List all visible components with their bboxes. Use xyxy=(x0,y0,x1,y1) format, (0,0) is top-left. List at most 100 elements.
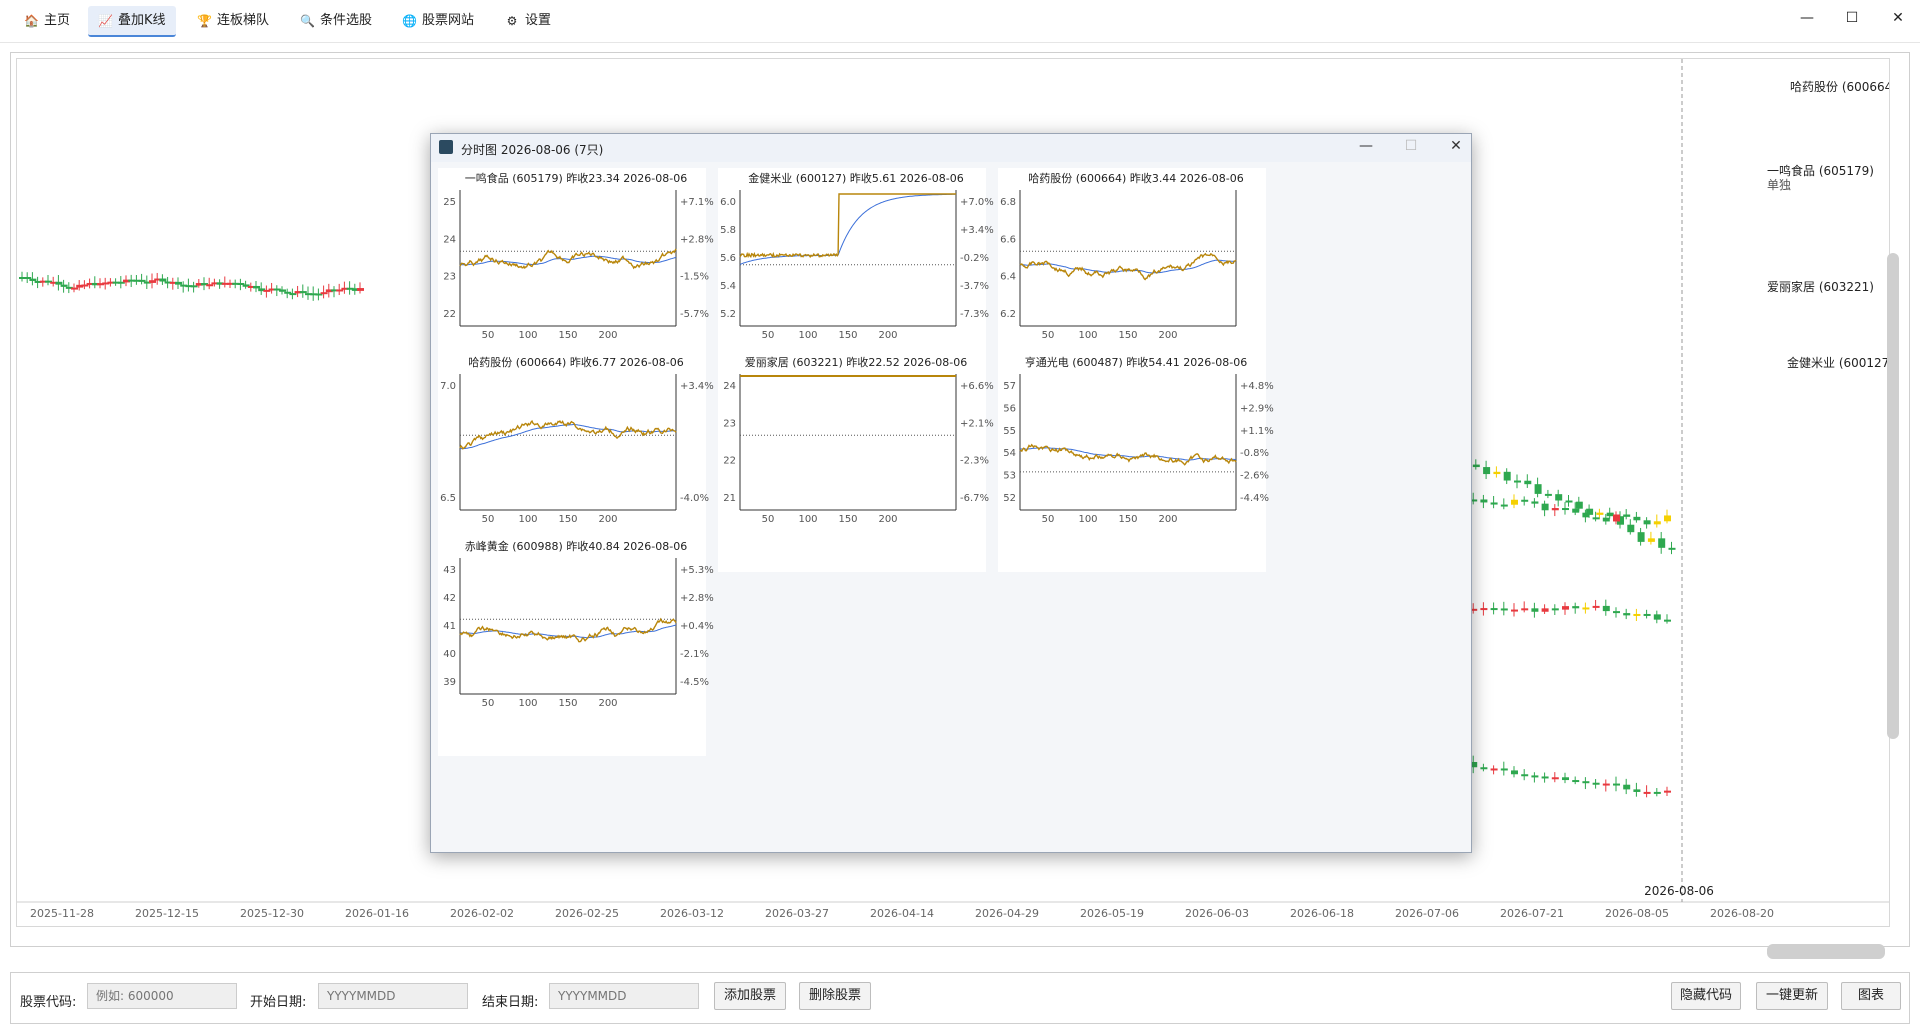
x-tick-label: 2025-12-15 xyxy=(135,907,199,920)
y-tick-label-pct: +7.1% xyxy=(680,197,714,208)
kline-candle xyxy=(1653,514,1661,528)
popup-close-button[interactable]: ✕ xyxy=(1446,138,1466,154)
close-button[interactable]: ✕ xyxy=(1888,10,1908,26)
kline-candle xyxy=(289,288,297,300)
x-tick-label: 2026-06-18 xyxy=(1290,907,1354,920)
kline-candle xyxy=(1643,785,1651,798)
tab-stock-sites[interactable]: 🌐 股票网站 xyxy=(402,6,474,36)
popup-maximize-button[interactable]: ☐ xyxy=(1401,138,1421,154)
delete-stock-button[interactable]: 删除股票 xyxy=(799,982,871,1010)
y-tick-label-pct: -2.1% xyxy=(680,649,709,660)
y-tick-label-pct: +5.3% xyxy=(680,565,714,576)
kline-candle xyxy=(1562,502,1569,515)
kline-candle xyxy=(1500,498,1508,510)
kline-candle xyxy=(1511,603,1518,617)
chart-button[interactable]: 图表 xyxy=(1841,982,1901,1010)
avg-price-line xyxy=(459,424,677,450)
start-date-input[interactable] xyxy=(318,983,468,1009)
update-all-button[interactable]: 一键更新 xyxy=(1756,982,1828,1010)
y-tick-label-pct: -5.7% xyxy=(680,309,709,320)
intraday-chart: 金健米业 (600127) 昨收5.61 2026-08-06 6.0 5.8 5.6… xyxy=(720,171,994,341)
x-tick-label: 200 xyxy=(878,330,897,341)
x-tick-label: 150 xyxy=(558,330,577,341)
add-stock-button[interactable]: 添加股票 xyxy=(714,982,786,1010)
kline-candle xyxy=(305,286,312,300)
crosshair-date: 2026-08-06 xyxy=(1644,884,1714,898)
popup-minimize-button[interactable]: — xyxy=(1356,138,1376,154)
y-tick-label-pct: -2.3% xyxy=(960,456,989,467)
y-tick-label: 43 xyxy=(443,565,456,576)
intraday-window-title: 分时图 2026-08-06 (7只) xyxy=(461,143,604,157)
price-line xyxy=(1019,443,1237,466)
y-tick-label-pct: +2.8% xyxy=(680,593,714,604)
y-tick-label-pct: +4.8% xyxy=(1240,381,1274,392)
minimize-button[interactable]: — xyxy=(1797,10,1817,26)
series-sublabel: 单独 xyxy=(1767,178,1791,192)
kline-candle xyxy=(1565,495,1573,507)
intraday-panel[interactable]: 亨通光电 (600487) 昨收54.41 2026-08-06 57 56 55 54… xyxy=(998,352,1274,572)
x-tick-label: 100 xyxy=(798,514,817,525)
kline-candle xyxy=(1633,511,1641,523)
vertical-scrollbar[interactable] xyxy=(1887,253,1899,739)
y-tick-label: 53 xyxy=(1003,471,1016,482)
app-icon xyxy=(439,140,453,154)
kline-candle xyxy=(1613,776,1620,792)
stock-code-input[interactable] xyxy=(87,983,237,1009)
kline-candle xyxy=(1664,614,1671,624)
chart-icon: 📈 xyxy=(98,13,113,28)
home-icon: 🏠 xyxy=(24,14,39,28)
kline-candle xyxy=(1541,604,1549,614)
kline-candle xyxy=(1541,500,1549,517)
kline-candle xyxy=(1623,778,1631,795)
search-icon: 🔍 xyxy=(300,14,315,28)
x-tick-label: 50 xyxy=(482,698,495,709)
kline-candle xyxy=(201,277,208,291)
kline-candle xyxy=(1490,495,1498,509)
tab-settings[interactable]: ⚙ 设置 xyxy=(505,6,551,36)
kline-candle xyxy=(1544,489,1552,499)
kline-candle xyxy=(1572,776,1580,785)
kline-candle xyxy=(341,281,349,294)
tab-overlay-kline-label: 叠加K线 xyxy=(118,12,166,28)
tab-stock-sites-label: 股票网站 xyxy=(422,13,475,28)
tab-home[interactable]: 🏠 主页 xyxy=(24,6,70,36)
intraday-title: 哈药股份 (600664) 昨收3.44 2026-08-06 xyxy=(1028,171,1243,185)
kline-candle xyxy=(1531,498,1539,508)
stock-code-label: 股票代码: xyxy=(20,995,77,1010)
tab-limit-up-ladder[interactable]: 🏆 连板梯队 xyxy=(197,6,269,36)
price-line xyxy=(739,193,956,259)
kline-candle xyxy=(1490,602,1498,615)
kline-candle xyxy=(1500,601,1508,616)
kline-candle xyxy=(1592,779,1600,789)
x-tick-label: 2026-08-05 xyxy=(1605,907,1669,920)
kline-candle xyxy=(1524,474,1532,488)
kline-candle xyxy=(1514,474,1521,489)
horizontal-scrollbar[interactable] xyxy=(1767,944,1885,959)
x-tick-label: 150 xyxy=(1118,330,1137,341)
end-date-input[interactable] xyxy=(549,983,699,1009)
y-tick-label-pct: +7.0% xyxy=(960,197,994,208)
intraday-panel[interactable]: 爱丽家居 (603221) 昨收22.52 2026-08-06 24 23 22 21… xyxy=(718,352,994,572)
intraday-chart: 哈药股份 (600664) 昨收6.77 2026-08-06 7.0 6.5 +3.… xyxy=(440,355,714,525)
kline-candle xyxy=(1582,777,1590,790)
kline-candle xyxy=(1582,602,1590,614)
intraday-title: 亨通光电 (600487) 昨收54.41 2026-08-06 xyxy=(1025,355,1247,369)
y-tick-label: 57 xyxy=(1003,381,1016,392)
kline-candle xyxy=(1653,610,1661,624)
tab-overlay-kline[interactable]: 📈 叠加K线 xyxy=(88,6,176,37)
hide-code-button[interactable]: 隐藏代码 xyxy=(1671,982,1741,1010)
y-tick-label-pct: -4.0% xyxy=(680,493,709,504)
maximize-button[interactable]: ☐ xyxy=(1842,10,1862,26)
x-tick-label: 50 xyxy=(1042,514,1055,525)
intraday-window-titlebar[interactable]: 分时图 2026-08-06 (7只) — ☐ ✕ xyxy=(431,134,1471,162)
intraday-panel[interactable]: 赤峰黄金 (600988) 昨收40.84 2026-08-06 43 42 41 40… xyxy=(438,536,714,756)
intraday-title: 赤峰黄金 (600988) 昨收40.84 2026-08-06 xyxy=(465,539,687,553)
tab-stock-screener[interactable]: 🔍 条件选股 xyxy=(300,6,372,36)
x-tick-label: 2026-01-16 xyxy=(345,907,409,920)
x-tick-label: 2026-03-27 xyxy=(765,907,829,920)
kline-candle xyxy=(1613,607,1620,618)
intraday-chart: 赤峰黄金 (600988) 昨收40.84 2026-08-06 43 42 41 40… xyxy=(443,539,714,709)
kline-candle xyxy=(60,279,68,293)
series-label: 一鸣食品 (605179) xyxy=(1767,163,1874,178)
y-tick-label: 22 xyxy=(723,456,736,467)
